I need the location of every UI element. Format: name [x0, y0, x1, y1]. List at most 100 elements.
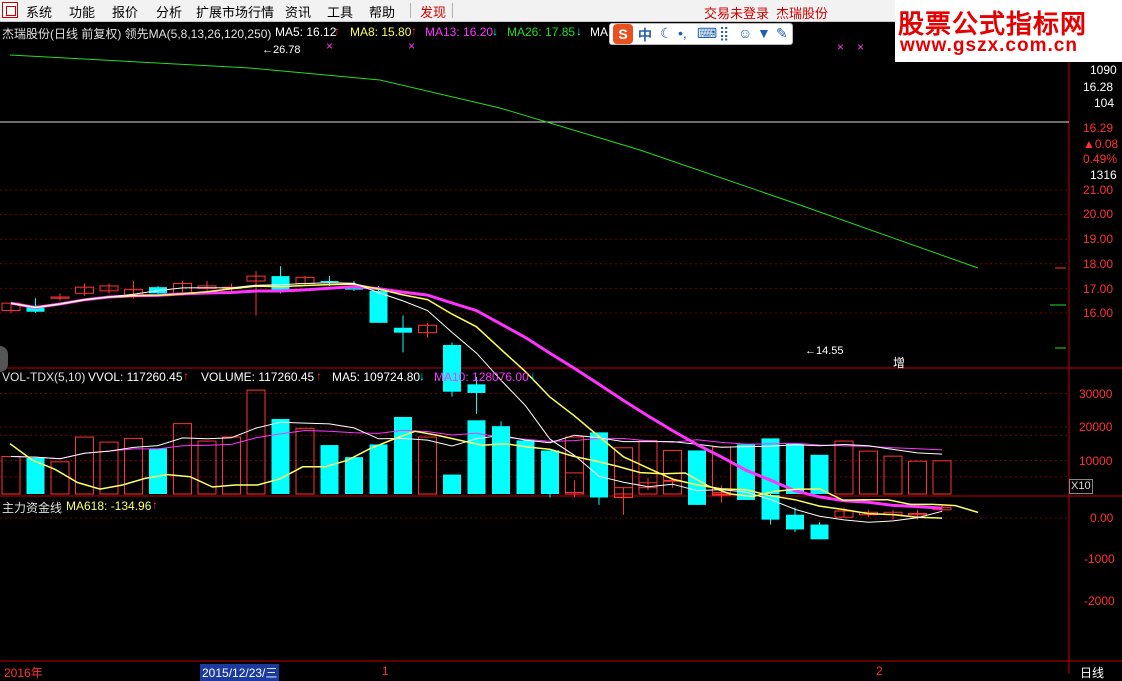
volume-bar — [173, 423, 192, 495]
menu-help[interactable]: 帮助 — [369, 2, 395, 21]
watermark-url: www.gszx.com.cn — [900, 35, 1078, 56]
up-arrow-icon: ↑ — [411, 24, 417, 38]
candle-body — [590, 482, 608, 498]
volume-bar — [50, 461, 70, 495]
close-marker-icon: × — [837, 40, 845, 54]
volume-bar — [75, 436, 94, 495]
menu-divider — [410, 3, 411, 18]
volume-bar — [320, 445, 339, 494]
candle-body — [492, 426, 510, 459]
down-arrow-icon: ↓ — [576, 24, 582, 38]
volume-bar — [614, 447, 633, 495]
right-info-6: 0.49% — [1083, 152, 1118, 166]
volume-bar — [908, 460, 927, 495]
app-logo-icon[interactable] — [2, 2, 18, 18]
candle-body — [688, 492, 706, 505]
volume-bar — [345, 457, 363, 494]
menu-discover[interactable]: 发现 — [420, 2, 446, 21]
panel-resize-handle[interactable] — [0, 346, 8, 372]
selected-date-label[interactable]: 2015/12/23/三 — [200, 664, 280, 681]
volume-bar — [418, 436, 437, 495]
vol-ma10-readout: MA10: 128076.00 — [434, 370, 529, 384]
fund-panel-title: 主力资金线 — [2, 501, 63, 515]
fund-y-tick: -2000 — [1084, 594, 1115, 608]
volume-bar — [883, 455, 903, 495]
down-arrow-icon: ↓ — [530, 369, 536, 383]
punctuation-icon[interactable]: •, — [678, 25, 687, 41]
fund-y-tick: -1000 — [1084, 552, 1115, 566]
increase-marker: 增 — [893, 356, 906, 370]
month-label: 1 — [382, 664, 389, 678]
volume-bar — [369, 444, 388, 494]
candle-body — [320, 281, 339, 283]
main-panel-title: 杰瑞股份(日线 前复权) 领先MA(5,8,13,26,120,250) — [2, 27, 272, 41]
up-arrow-icon: ↑ — [183, 369, 189, 383]
period-label[interactable]: 日线 — [1080, 664, 1104, 681]
skin-icon[interactable]: ▼ — [757, 25, 771, 41]
right-info-7: 1316 — [1090, 168, 1117, 182]
y-tick-label: 18.00 — [1083, 257, 1114, 271]
ma618-readout: MA618: -134.96 — [66, 499, 152, 513]
y-tick-label: 17.00 — [1083, 282, 1114, 296]
menu-tools[interactable]: 工具 — [327, 2, 353, 21]
ime-toolbar[interactable]: S 中 ☾ •, ⌨ ⣿ ☺ ▼ ✎ — [609, 23, 793, 45]
candle-body — [541, 463, 559, 493]
vvol-readout: VVOL: 117260.45 — [88, 370, 183, 384]
grid-icon[interactable]: ⣿ — [719, 25, 729, 42]
low-price-value: 14.55 — [816, 345, 844, 357]
candle-body — [810, 524, 829, 540]
date-year-label: 2016年 — [4, 666, 43, 680]
menu-news[interactable]: 资讯 — [285, 2, 311, 21]
y-tick-label: 20.00 — [1083, 207, 1114, 221]
vol-y-tick: 10000 — [1079, 454, 1113, 468]
volume-bar — [295, 427, 315, 495]
ma26-line — [9, 54, 979, 269]
down-arrow-icon: ↓ — [419, 369, 425, 383]
vol-y-tick: 30000 — [1079, 387, 1113, 401]
high-price-value: 26.78 — [273, 44, 301, 56]
volume-bar — [1, 455, 21, 495]
right-info-1: 1090 — [1090, 63, 1117, 77]
close-marker-icon: × — [857, 40, 865, 54]
sogou-logo-icon[interactable]: S — [613, 24, 633, 44]
low-price-label: ←14.55 — [805, 345, 844, 357]
candle-body — [443, 344, 461, 392]
right-info-4: 16.29 — [1083, 121, 1114, 135]
vol-unit-badge: X10 — [1069, 479, 1093, 494]
menu-function[interactable]: 功能 — [69, 2, 95, 21]
stock-name-status: 杰瑞股份 — [776, 6, 829, 21]
volume-bar — [197, 440, 217, 495]
chart-canvas[interactable] — [0, 0, 1122, 674]
chinese-mode-icon[interactable]: 中 — [638, 25, 652, 45]
volume-bar — [467, 420, 486, 494]
user-icon[interactable]: ☺ — [738, 25, 752, 41]
menu-extended-market[interactable]: 扩展市场行情 — [196, 2, 274, 21]
up-arrow-icon: ↑ — [334, 24, 340, 38]
right-info-5: ▲0.08 — [1083, 137, 1119, 151]
right-info-2: 16.28 — [1083, 80, 1114, 94]
moon-icon[interactable]: ☾ — [660, 25, 673, 42]
candle-body — [369, 290, 388, 323]
candle-body — [467, 384, 486, 393]
month-label: 2 — [876, 664, 883, 678]
volume-bar — [859, 450, 878, 495]
close-marker-icon: × — [326, 39, 334, 53]
volume-bar — [834, 440, 854, 495]
volume-readout: VOLUME: 117260.45 — [201, 370, 315, 384]
menu-system[interactable]: 系统 — [26, 2, 52, 21]
volume-bar — [932, 460, 952, 495]
volume-bar — [810, 454, 829, 494]
login-status[interactable]: 交易未登录 — [704, 3, 769, 22]
vol-panel-title: VOL-TDX(5,10) — [2, 370, 86, 384]
vol-ma5-readout: MA5: 109724.80 — [332, 370, 421, 384]
keyboard-icon[interactable]: ⌨ — [697, 25, 717, 42]
settings-wrench-icon[interactable]: ✎ — [776, 25, 788, 42]
menu-quote[interactable]: 报价 — [112, 2, 138, 21]
candle-body — [516, 458, 535, 461]
volume-bar — [246, 389, 266, 495]
candle-body — [761, 495, 780, 520]
y-tick-label: 21.00 — [1083, 183, 1114, 197]
candle-body — [271, 276, 290, 291]
menu-analysis[interactable]: 分析 — [156, 2, 182, 21]
menu-divider — [452, 3, 453, 18]
